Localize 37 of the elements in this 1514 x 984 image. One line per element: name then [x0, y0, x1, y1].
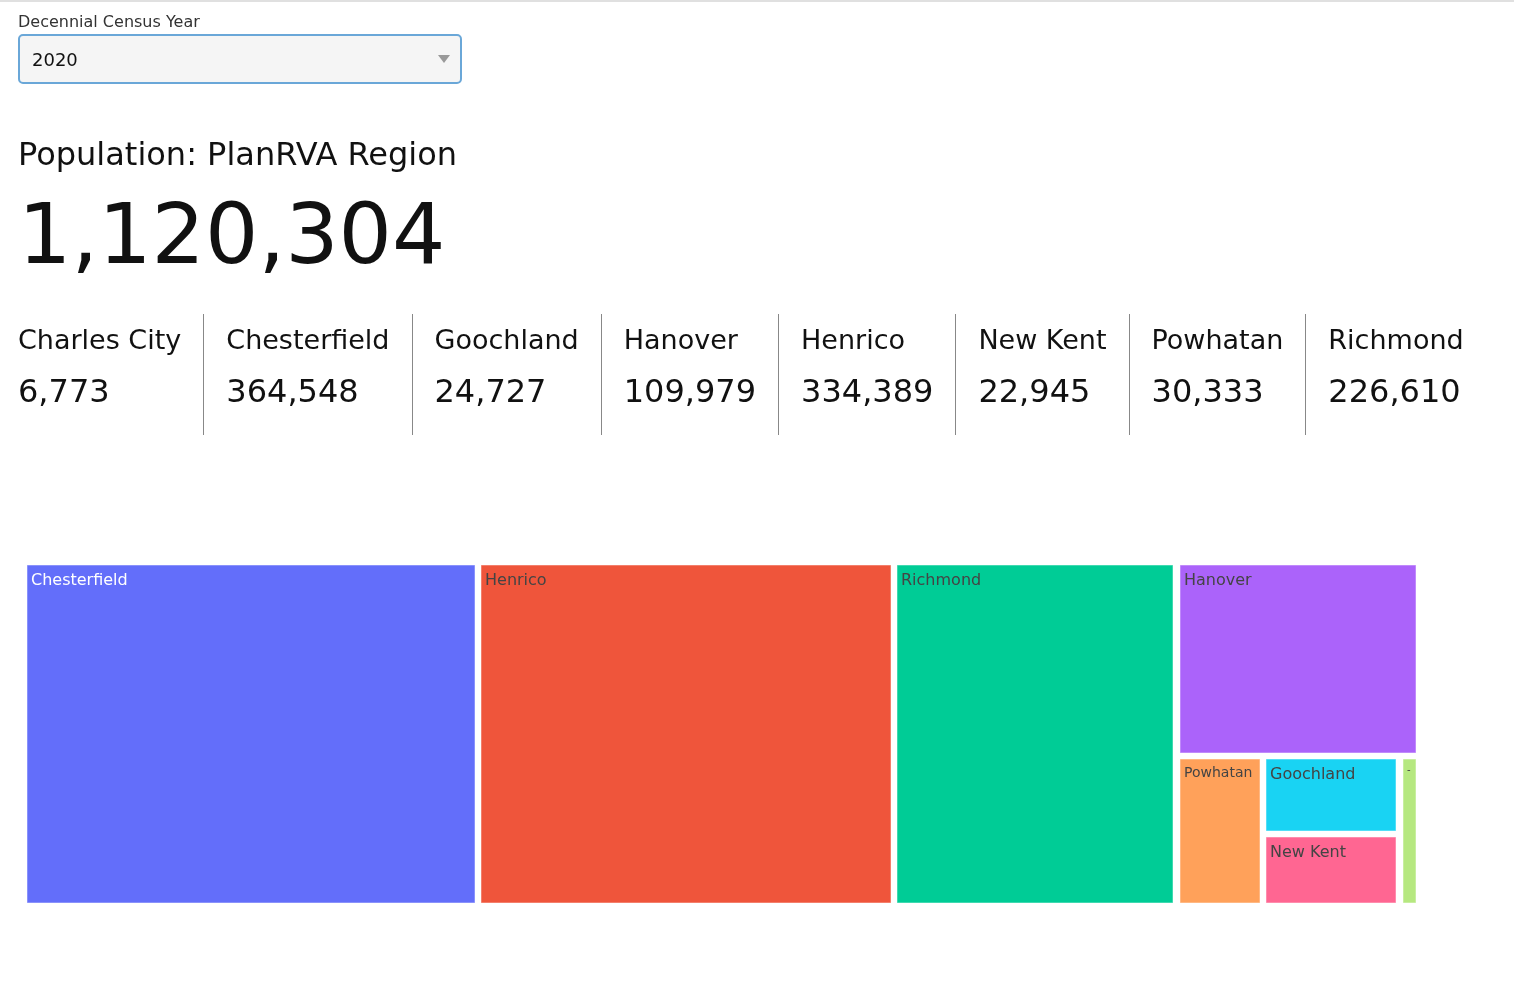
treemap-tile[interactable] [1402, 758, 1417, 904]
locality-name: Richmond [1328, 323, 1464, 358]
treemap-tile[interactable] [1179, 564, 1417, 754]
locality-name: New Kent [978, 323, 1107, 358]
locality-population: 22,945 [978, 370, 1092, 412]
tile-label: Powhatan [1184, 763, 1253, 780]
locality-name: Hanover [623, 323, 739, 358]
locality-population: 364,548 [226, 370, 360, 412]
tile-label: Henrico [485, 569, 547, 589]
tile-label: Richmond [901, 569, 982, 589]
locality-population: 334,389 [801, 370, 934, 412]
locality-name: Henrico [801, 323, 907, 358]
total-population: 1,120,304 [18, 188, 447, 281]
locality-name: Goochland [434, 323, 579, 358]
locality-population: 226,610 [1328, 370, 1462, 412]
tile-label: Hanover [1184, 569, 1252, 589]
locality-population: 6,773 [18, 370, 111, 412]
treemap-tile[interactable] [26, 564, 476, 904]
year-dropdown[interactable]: 2020 [18, 34, 462, 84]
page-title: Population: PlanRVA Region [18, 134, 459, 175]
treemap-tile[interactable] [1265, 836, 1397, 904]
tile-label: - [1407, 763, 1411, 775]
treemap-tile[interactable] [480, 564, 892, 904]
field-label: Decennial Census Year [18, 11, 201, 33]
treemap-tile[interactable] [1179, 758, 1261, 904]
tile-label: Chesterfield [31, 569, 128, 589]
tile-label: Goochland [1270, 763, 1356, 783]
caret-icon [438, 55, 450, 63]
locality-population: 30,333 [1151, 370, 1265, 412]
locality-name: Charles City [18, 323, 182, 358]
tile-label: New Kent [1270, 841, 1346, 861]
locality-name: Chesterfield [226, 323, 390, 358]
treemap-tile[interactable] [896, 564, 1174, 904]
locality-population: 24,727 [434, 370, 548, 412]
locality-population: 109,979 [623, 370, 757, 412]
locality-name: Powhatan [1151, 323, 1284, 358]
treemap-tile[interactable] [1265, 758, 1397, 832]
